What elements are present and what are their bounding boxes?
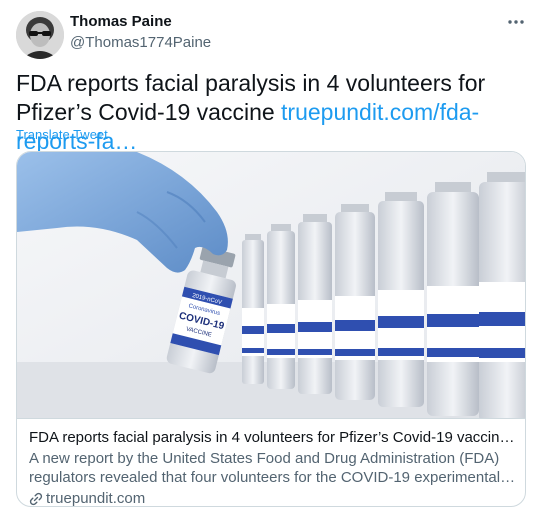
- card-image: 2019-nCoV Coronavirus COVID-19 VACCINE: [17, 152, 525, 418]
- author-name[interactable]: Thomas Paine: [70, 13, 172, 30]
- avatar[interactable]: [16, 11, 64, 59]
- tweet-text: FDA reports facial paralysis in 4 volunt…: [16, 69, 526, 156]
- tweet: Thomas Paine @Thomas1774Paine FDA report…: [0, 0, 540, 518]
- card-body: FDA reports facial paralysis in 4 volunt…: [29, 428, 517, 507]
- card-title: FDA reports facial paralysis in 4 volunt…: [29, 429, 517, 446]
- card-divider: [17, 418, 525, 419]
- card-domain-row: truepundit.com: [29, 489, 517, 507]
- more-horizontal-icon[interactable]: [504, 12, 528, 32]
- translate-tweet-link[interactable]: Translate Tweet: [16, 127, 108, 142]
- author-handle[interactable]: @Thomas1774Paine: [70, 34, 211, 51]
- card-domain: truepundit.com: [46, 490, 146, 507]
- link-preview-card[interactable]: 2019-nCoV Coronavirus COVID-19 VACCINE F…: [16, 151, 526, 507]
- card-description: A new report by the United States Food a…: [29, 450, 501, 486]
- link-icon: [29, 492, 43, 506]
